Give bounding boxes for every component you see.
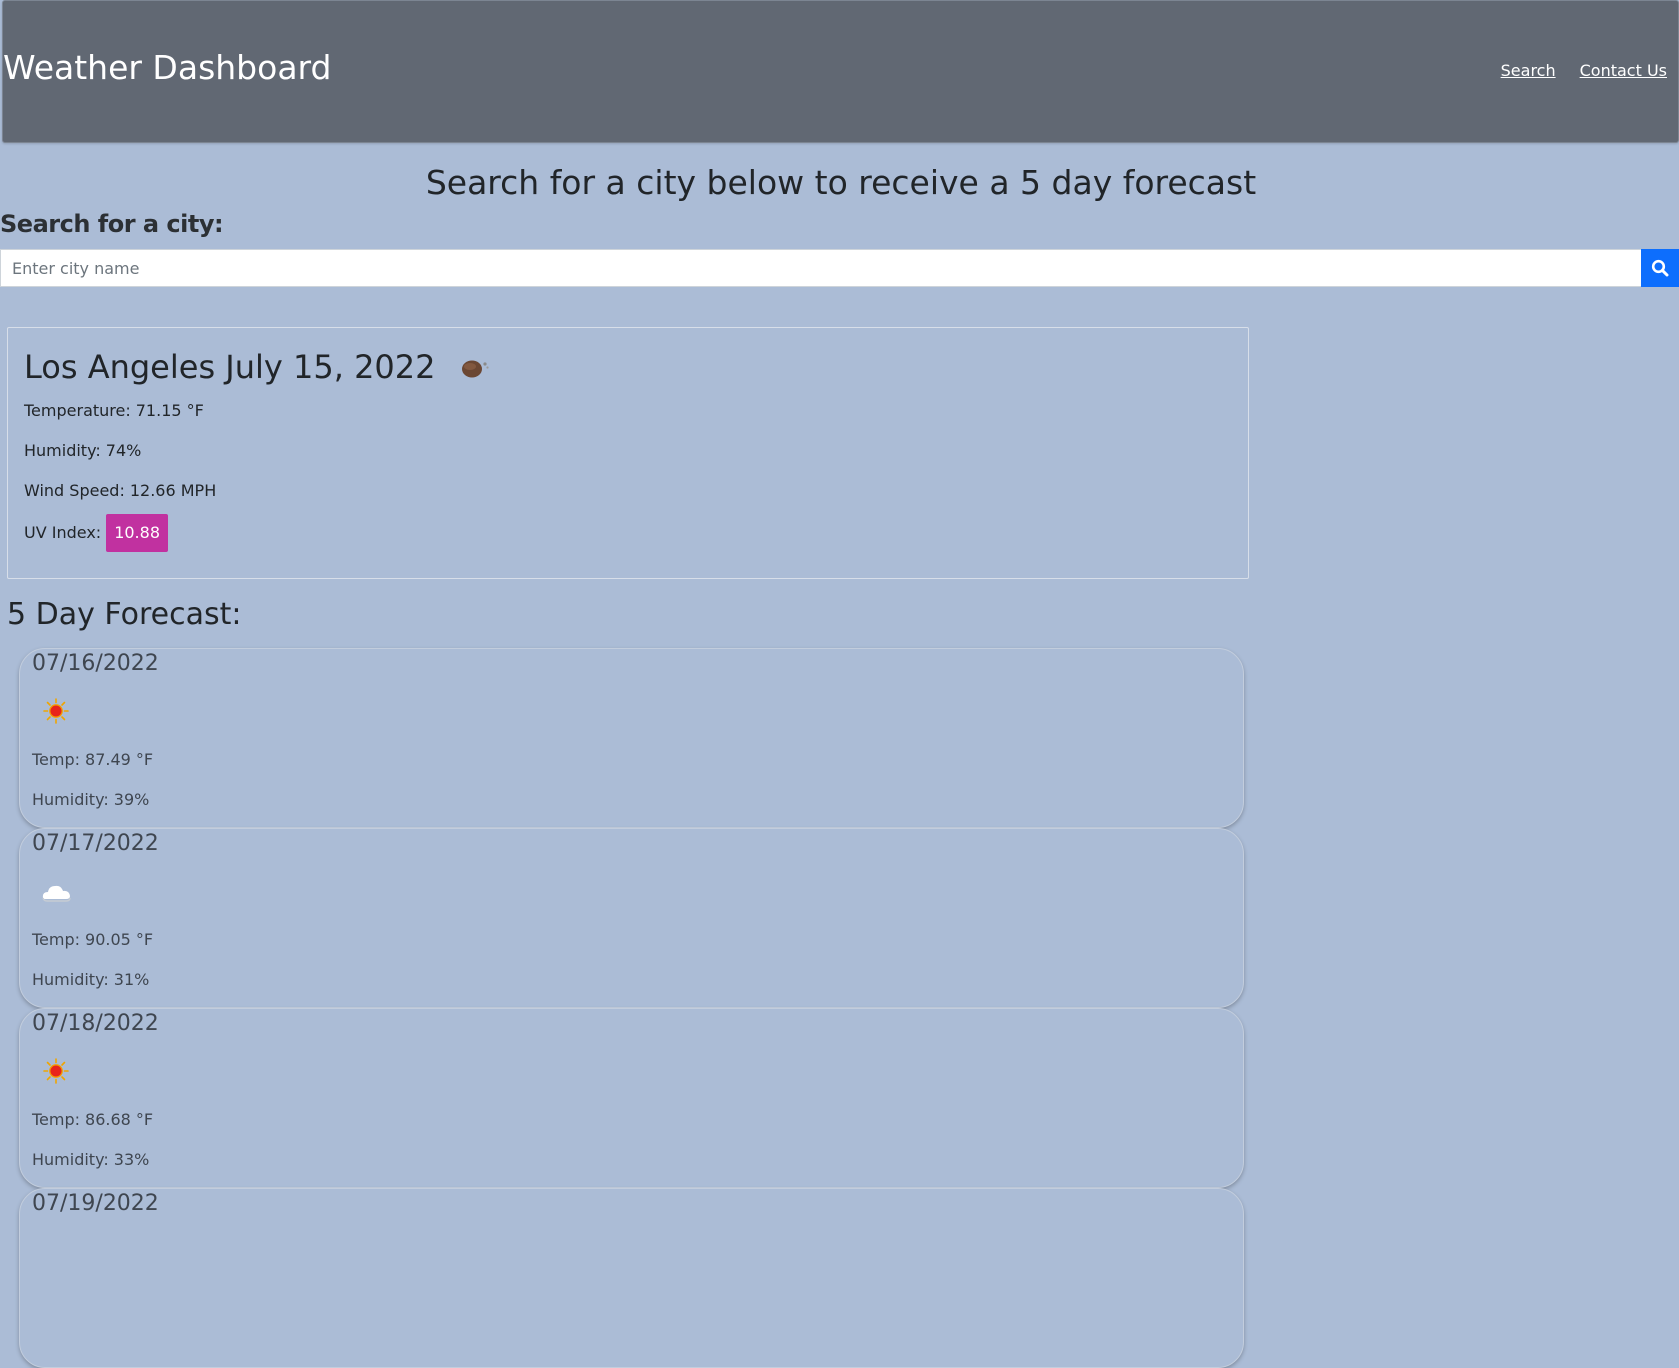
current-uv-index: UV Index: 10.88 xyxy=(24,514,168,552)
current-wind-speed: Wind Speed: 12.66 MPH xyxy=(24,481,216,500)
forecast-humidity-label: Humidity: xyxy=(32,790,109,809)
city-search-input[interactable] xyxy=(0,249,1641,287)
forecast-card: 07/17/2022 Temp: 90.05 °F Humidity: 31% xyxy=(19,828,1244,1008)
forecast-temp-value: 87.49 °F xyxy=(85,750,154,769)
current-temperature: Temperature: 71.15 °F xyxy=(24,401,204,420)
forecast-date: 07/18/2022 xyxy=(32,1011,159,1036)
app-title: Weather Dashboard xyxy=(3,48,332,87)
page-heading: Search for a city below to receive a 5 d… xyxy=(425,163,1257,202)
current-city: Los Angeles xyxy=(24,348,216,386)
current-city-date: Los Angeles July 15, 2022 xyxy=(24,348,436,386)
forecast-humidity: Humidity: 33% xyxy=(32,1150,149,1169)
humidity-label: Humidity: xyxy=(24,441,101,460)
current-weather-card: Los Angeles July 15, 2022 Temperature: 71… xyxy=(7,327,1249,579)
search-label: Search for a city: xyxy=(0,210,224,238)
forecast-temp: Temp: 86.68 °F xyxy=(32,1110,153,1129)
forecast-humidity-value: 33% xyxy=(113,1150,150,1169)
forecast-list: 07/16/2022 Temp: 87.49 °F Humidity: 39% 07… xyxy=(19,648,1244,1368)
forecast-humidity-value: 39% xyxy=(113,790,150,809)
forecast-heading: 5 Day Forecast: xyxy=(7,597,242,632)
sun-icon xyxy=(43,698,69,724)
forecast-temp-value: 86.68 °F xyxy=(85,1110,154,1129)
search-button[interactable] xyxy=(1641,249,1679,287)
forecast-temp: Temp: 87.49 °F xyxy=(32,750,153,769)
forecast-card: 07/19/2022 xyxy=(19,1188,1244,1368)
moon-cloud-icon xyxy=(461,360,489,378)
uv-index-badge: 10.88 xyxy=(106,514,168,552)
app-header: Weather Dashboard Search Contact Us xyxy=(2,0,1679,143)
forecast-temp-label: Temp: xyxy=(32,750,81,769)
forecast-temp-value: 90.05 °F xyxy=(85,930,154,949)
header-nav: Search Contact Us xyxy=(1501,61,1667,80)
forecast-humidity: Humidity: 39% xyxy=(32,790,149,809)
humidity-value: 74% xyxy=(105,441,142,460)
current-weather-title: Los Angeles July 15, 2022 xyxy=(24,348,492,386)
current-humidity: Humidity: 74% xyxy=(24,441,141,460)
forecast-card: 07/16/2022 Temp: 87.49 °F Humidity: 39% xyxy=(19,648,1244,828)
forecast-date: 07/16/2022 xyxy=(32,651,159,676)
sun-icon xyxy=(43,1058,69,1084)
wind-speed-value: 12.66 MPH xyxy=(129,481,217,500)
forecast-humidity-label: Humidity: xyxy=(32,970,109,989)
forecast-date: 07/19/2022 xyxy=(32,1191,159,1216)
forecast-humidity-value: 31% xyxy=(113,970,150,989)
forecast-humidity-label: Humidity: xyxy=(32,1150,109,1169)
temperature-value: 71.15 °F xyxy=(135,401,204,420)
forecast-card: 07/18/2022 Temp: 86.68 °F Humidity: 33% xyxy=(19,1008,1244,1188)
uv-index-label: UV Index: xyxy=(24,523,102,542)
forecast-humidity: Humidity: 31% xyxy=(32,970,149,989)
nav-link-contact-us[interactable]: Contact Us xyxy=(1580,61,1667,80)
forecast-temp: Temp: 90.05 °F xyxy=(32,930,153,949)
current-date: July 15, 2022 xyxy=(225,348,436,386)
search-icon xyxy=(1651,259,1669,277)
wind-speed-label: Wind Speed: xyxy=(24,481,125,500)
temperature-label: Temperature: xyxy=(24,401,131,420)
search-bar xyxy=(0,249,1679,287)
forecast-temp-label: Temp: xyxy=(32,930,81,949)
forecast-temp-label: Temp: xyxy=(32,1110,81,1129)
cloud-icon xyxy=(42,885,71,902)
forecast-date: 07/17/2022 xyxy=(32,831,159,856)
nav-link-search[interactable]: Search xyxy=(1501,61,1556,80)
